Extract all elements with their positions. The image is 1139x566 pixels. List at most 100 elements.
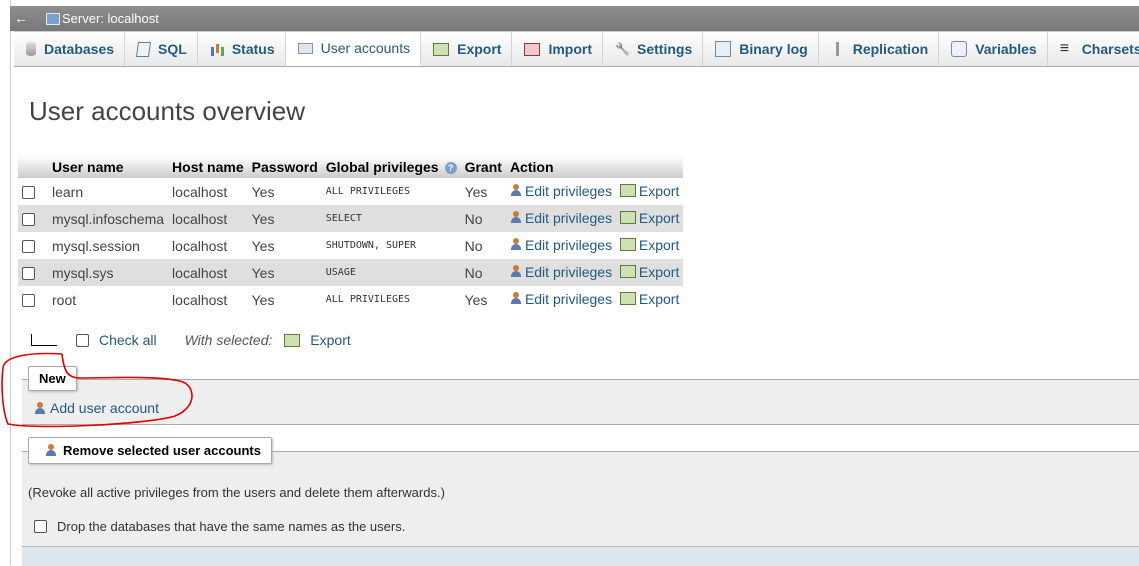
edit-privileges-link[interactable]: Edit privileges [510,291,612,307]
tab-sql[interactable]: SQL [125,32,198,66]
tab-export[interactable]: Export [421,32,513,66]
row-checkbox[interactable] [22,267,35,281]
cell-grant: No [460,259,506,286]
cell-user-name: learn [52,183,84,200]
tab-databases[interactable]: Databases [14,32,126,66]
add-user-account-link[interactable]: Add user account [34,400,159,416]
edit-privileges-label: Edit privileges [524,209,613,226]
cell-action: Edit privileges Export [506,286,683,313]
export-icon [284,333,301,347]
cell-global-privileges: SELECT [321,205,461,232]
server-title[interactable]: Server: localhost [62,6,159,31]
row-select-cell [18,178,48,205]
export-icon [619,211,636,225]
cell-password: Yes [251,183,275,200]
bulk-export-button[interactable]: Export [284,332,351,348]
cell-action: Edit privileges Export [505,259,684,286]
cell-host-name: localhost [168,205,248,232]
cell-host-name: localhost [172,291,228,308]
status-icon [210,42,224,56]
row-checkbox[interactable] [22,294,35,308]
tab-label: User accounts [320,40,411,56]
edit-privileges-link[interactable]: Edit privileges [510,210,612,226]
remove-legend-label: Remove selected user accounts [63,443,261,458]
tab-status[interactable]: Status [198,32,286,66]
export-link[interactable]: Export [619,210,679,226]
table-row: mysql.sys localhost Yes USAGE No Edit pr… [18,259,684,286]
import-icon [524,42,541,56]
export-link[interactable]: Export [619,263,680,280]
tab-charsets[interactable]: Charsets [1048,32,1139,66]
tab-label: Charsets [1081,40,1139,57]
export-link[interactable]: Export [619,291,679,307]
user-accounts-table: User name Host name Password Global priv… [18,156,684,313]
tab-user-accounts[interactable]: User accounts [285,32,422,66]
cell-action: Edit privileges Export [505,205,684,232]
column-header-user-name: User name [48,156,169,178]
cell-action: Edit privileges Export [506,178,683,205]
with-selected-label: With selected: [184,332,273,348]
tab-label: Export [457,40,502,57]
tab-replication[interactable]: Replication [819,32,940,66]
cell-password: Yes [251,237,275,254]
tab-binary-log[interactable]: Binary log [703,32,819,66]
revoke-note: (Revoke all active privileges from the u… [28,485,445,500]
column-header-grant: Grant [460,156,506,178]
cell-host-name: localhost [172,183,228,200]
help-icon[interactable]: ? [444,162,457,175]
tab-variables[interactable]: Variables [939,32,1048,66]
variables-icon [951,41,968,57]
export-label: Export [638,263,680,280]
row-checkbox[interactable] [22,213,35,227]
edit-privileges-label: Edit privileges [524,290,613,307]
tab-settings[interactable]: Settings [603,32,704,66]
edit-user-icon [510,211,522,224]
cell-action: Edit privileges Export [506,232,683,259]
new-user-fieldset [22,379,1139,425]
check-all-checkbox[interactable] [76,333,89,347]
add-user-label: Add user account [50,400,159,416]
new-section-legend: New [28,366,77,391]
cell-user-name: mysql.sys [48,259,169,286]
add-user-icon [34,401,46,415]
tab-label: Settings [637,40,693,57]
tab-label: Replication [852,40,929,57]
export-icon [619,265,636,279]
cell-grant: Yes [464,291,488,308]
drop-databases-checkbox[interactable] [34,520,47,533]
row-checkbox[interactable] [22,186,35,200]
collapse-arrow-icon[interactable]: ← [14,6,28,31]
left-panel-edge [0,0,11,565]
export-label: Export [638,182,680,199]
edit-privileges-link[interactable]: Edit privileges [510,264,612,280]
tab-import[interactable]: Import [512,32,604,66]
table-row: root localhost Yes ALL PRIVILEGES Yes Ed… [18,286,683,313]
export-link[interactable]: Export [619,182,680,199]
edit-privileges-link[interactable]: Edit privileges [510,183,612,199]
cell-global-privileges: SHUTDOWN, SUPER [325,240,417,251]
wrench-icon [615,42,629,56]
cell-password: Yes [247,205,322,232]
remove-user-icon [45,444,57,457]
edit-privileges-link[interactable]: Edit privileges [510,237,612,253]
cell-password: Yes [247,259,322,286]
cell-global-privileges: ALL PRIVILEGES [325,186,411,197]
row-checkbox[interactable] [22,240,35,254]
cell-grant: No [464,237,483,254]
server-icon [46,13,60,25]
cell-password: Yes [251,291,275,308]
table-row: learn localhost Yes ALL PRIVILEGES Yes E… [18,178,683,205]
binary-log-icon [715,41,732,57]
database-icon [26,42,36,56]
edit-user-icon [510,265,522,278]
export-label: Export [638,236,680,253]
tab-label: Binary log [739,40,808,57]
drop-databases-option: Drop the databases that have the same na… [34,519,405,534]
check-all-label[interactable]: Check all [99,332,157,348]
remove-section-legend: Remove selected user accounts [28,437,272,464]
export-link[interactable]: Export [619,236,680,253]
row-select-cell [18,232,48,259]
replication-icon [831,42,845,56]
form-footer-band [22,546,1139,566]
drop-databases-label[interactable]: Drop the databases that have the same na… [57,519,405,534]
